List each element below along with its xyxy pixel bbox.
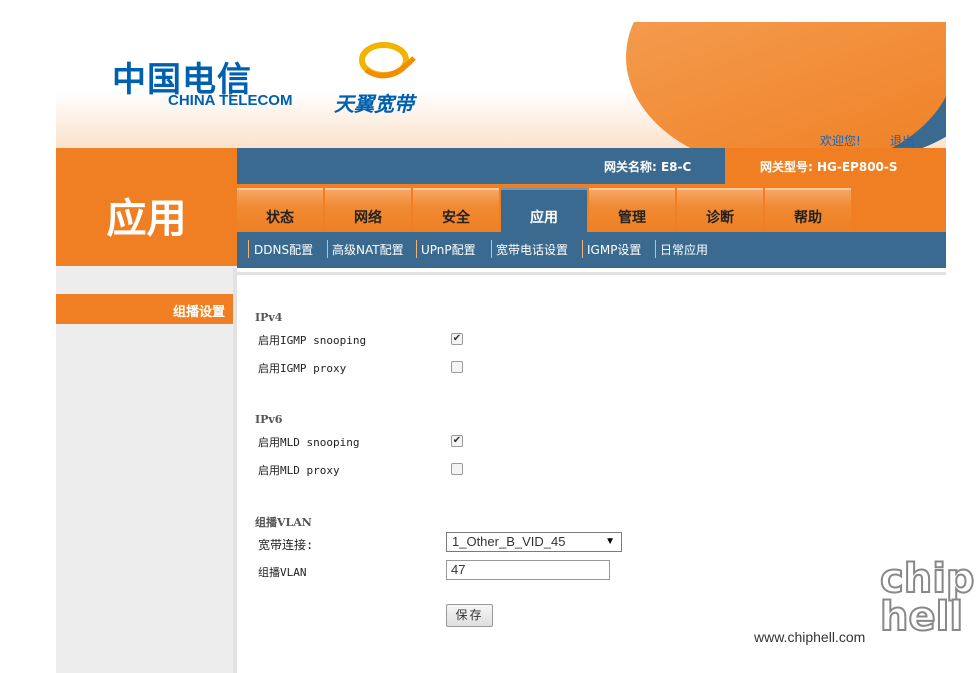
tianyi-broadband-logo: 天翼宽带: [334, 92, 414, 116]
sidebar-item-label: 组播设置: [172, 305, 225, 320]
watermark-url: www.chiphell.com: [754, 629, 866, 645]
mld-proxy-label: 启用MLD proxy: [258, 464, 340, 477]
tab-diagnostics[interactable]: 诊断: [677, 188, 763, 232]
tab-management[interactable]: 管理: [589, 188, 675, 232]
china-telecom-logo: 中国电信 CHINA TELECOM: [112, 52, 292, 109]
gateway-model: 网关型号: HG-EP800-S: [760, 160, 898, 174]
content-left-divider: [233, 268, 237, 673]
multicast-vlan-label: 组播VLAN: [258, 566, 307, 579]
igmp-snooping-checkbox[interactable]: ✔: [451, 333, 463, 345]
watermark-logo-text: chip hell: [879, 556, 976, 640]
subnav-daily-apps[interactable]: 日常应用: [660, 241, 708, 258]
subnav-divider: [655, 240, 656, 258]
subnav-divider: [491, 240, 492, 258]
tab-network[interactable]: 网络: [325, 188, 411, 232]
save-button[interactable]: 保存: [446, 604, 493, 627]
subnav-divider: [582, 240, 583, 258]
ipv4-section-title: IPv4: [255, 311, 283, 324]
subnav-broadband-phone[interactable]: 宽带电话设置: [496, 241, 568, 258]
subnav-advanced-nat[interactable]: 高级NAT配置: [332, 241, 404, 258]
logo-en-text: CHINA TELECOM: [168, 92, 293, 109]
mld-snooping-checkbox[interactable]: ✔: [451, 435, 463, 447]
content-top-divider: [237, 272, 946, 275]
igmp-proxy-label: 启用IGMP proxy: [258, 362, 347, 375]
page-title: 应用: [106, 196, 187, 242]
multicast-vlan-input[interactable]: 47: [446, 560, 610, 580]
subnav-ddns[interactable]: DDNS配置: [254, 241, 313, 258]
banner-wave-decoration-orange: [626, 22, 946, 148]
subnav-divider: [327, 240, 328, 258]
subnav-igmp[interactable]: IGMP设置: [587, 241, 641, 258]
mld-snooping-label: 启用MLD snooping: [258, 436, 360, 449]
subnav-upnp[interactable]: UPnP配置: [421, 241, 476, 258]
wan-connection-select[interactable]: 1_Other_B_VID_45 ▼: [446, 532, 622, 552]
subnav-divider: [248, 240, 249, 258]
mld-proxy-checkbox[interactable]: [451, 463, 463, 475]
tab-status[interactable]: 状态: [237, 188, 323, 232]
dropdown-arrow-icon: ▼: [605, 536, 615, 547]
subnav-divider: [416, 240, 417, 258]
logout-link[interactable]: 退出: [890, 132, 914, 149]
wan-connection-selected: 1_Other_B_VID_45: [452, 534, 566, 549]
chiphell-watermark-logo: chip hell: [879, 556, 976, 640]
tab-security[interactable]: 安全: [413, 188, 499, 232]
welcome-text: 欢迎您!: [820, 134, 861, 148]
tab-application[interactable]: 应用: [501, 188, 587, 232]
wan-connection-label: 宽带连接:: [258, 538, 314, 552]
tianyi-swirl-icon: [359, 42, 416, 79]
sidebar: [56, 266, 237, 673]
ipv6-section-title: IPv6: [255, 413, 283, 426]
tab-help[interactable]: 帮助: [765, 188, 851, 232]
igmp-proxy-checkbox[interactable]: [451, 361, 463, 373]
igmp-snooping-label: 启用IGMP snooping: [258, 334, 367, 347]
gateway-name: 网关名称: E8-C: [604, 160, 692, 174]
multicast-vlan-section-title: 组播VLAN: [255, 516, 312, 529]
